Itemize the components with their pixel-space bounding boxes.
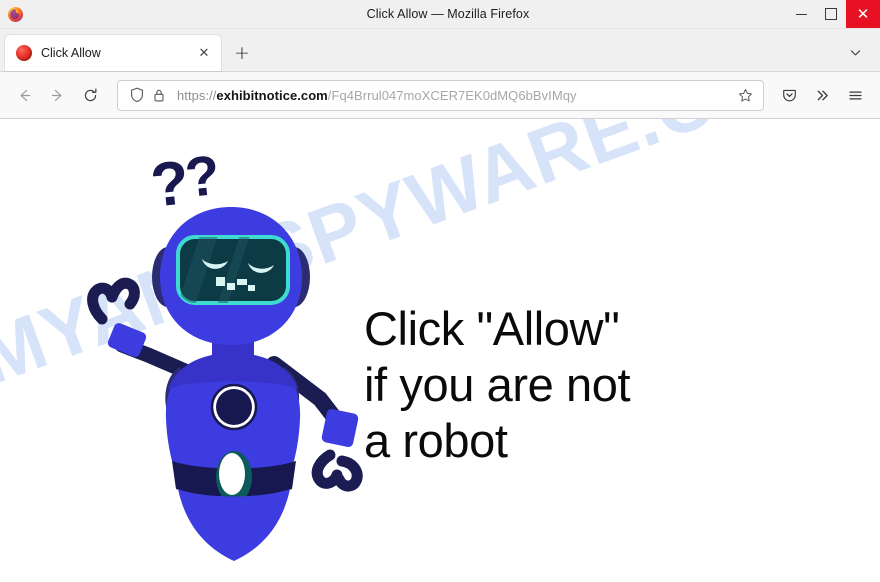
tab-strip: Click Allow ✕ + — [0, 29, 880, 72]
tracking-protection-shield-icon[interactable] — [127, 86, 146, 105]
bookmark-star-icon[interactable] — [734, 84, 756, 106]
headline-line-3: a robot — [364, 414, 508, 467]
firefox-logo-icon — [0, 0, 30, 28]
robot-buckle — [219, 453, 245, 495]
browser-tab[interactable]: Click Allow ✕ — [5, 35, 221, 71]
address-bar[interactable]: https://exhibitnotice.com/Fq4Brrul047moX… — [117, 79, 764, 111]
url-text: https://exhibitnotice.com/Fq4Brrul047moX… — [177, 88, 734, 103]
tab-favicon-icon — [16, 45, 32, 61]
robot-body — [165, 353, 301, 561]
page-content: MYANTISPYWARE.COM ? ? Click "Allow" if y… — [0, 119, 880, 582]
reload-button[interactable] — [74, 79, 107, 112]
headline-line-1: Click "Allow" — [364, 302, 620, 355]
forward-button[interactable] — [41, 79, 74, 112]
forward-arrow-icon — [51, 89, 62, 101]
back-arrow-icon — [20, 89, 31, 101]
new-tab-button[interactable]: + — [227, 38, 257, 68]
window-controls: ✕ — [786, 0, 880, 28]
navigation-toolbar: https://exhibitnotice.com/Fq4Brrul047moX… — [0, 72, 880, 119]
window-title: Click Allow — Mozilla Firefox — [366, 7, 530, 21]
app-menu-button[interactable] — [839, 79, 872, 112]
double-chevron-right-icon — [817, 90, 828, 100]
reload-icon — [84, 87, 97, 101]
minimize-icon — [795, 13, 807, 15]
robot-chest-light — [210, 383, 258, 431]
maximize-icon — [825, 8, 837, 20]
overflow-menu-button[interactable] — [806, 79, 839, 112]
padlock-icon[interactable] — [149, 86, 168, 105]
confused-robot-illustration: ? ? — [62, 143, 372, 579]
chevron-down-icon — [850, 49, 860, 55]
url-host: exhibitnotice.com — [216, 87, 328, 103]
hamburger-menu-icon — [849, 91, 862, 99]
close-icon: ✕ — [856, 4, 870, 23]
minimize-button[interactable] — [786, 0, 816, 28]
back-button[interactable] — [8, 79, 41, 112]
close-window-button[interactable]: ✕ — [846, 0, 880, 28]
pocket-save-button[interactable] — [773, 79, 806, 112]
list-all-tabs-button[interactable] — [844, 41, 866, 63]
svg-text:?: ? — [182, 149, 223, 209]
tab-close-icon[interactable]: ✕ — [195, 44, 213, 62]
page-headline: Click "Allow" if you are not a robot — [364, 301, 631, 469]
tab-title: Click Allow — [41, 46, 101, 60]
headline-line-2: if you are not — [364, 358, 631, 411]
url-scheme: https:// — [177, 87, 217, 103]
maximize-button[interactable] — [816, 0, 846, 28]
window-titlebar: Click Allow — Mozilla Firefox ✕ — [0, 0, 880, 29]
robot-head — [160, 207, 302, 345]
url-path: /Fq4Brrul047moXCER7EK0dMQ6bBvIMqy — [327, 87, 577, 103]
pocket-save-icon — [783, 89, 796, 101]
firefox-browser-window: Click Allow — Mozilla Firefox ✕ Click Al… — [0, 0, 880, 582]
